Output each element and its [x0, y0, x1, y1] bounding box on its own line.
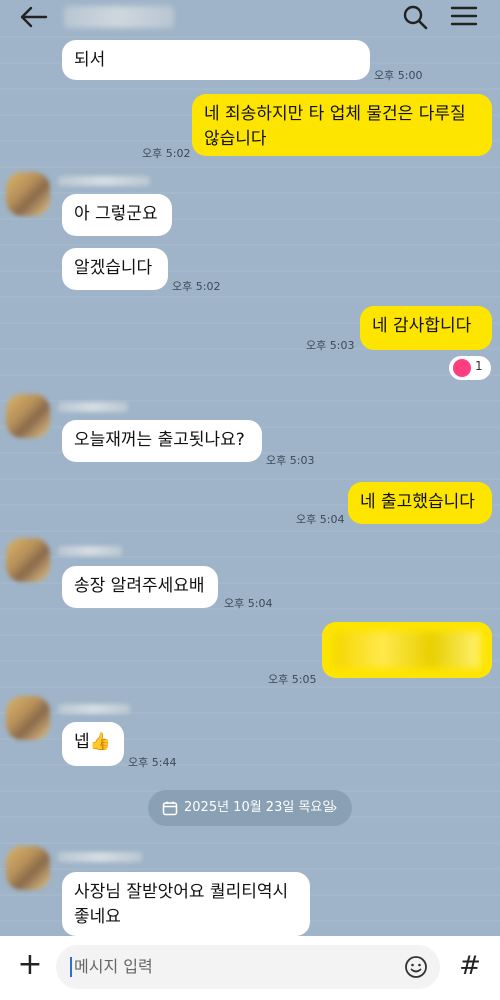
outgoing-message[interactable]: 네 출고했습니다	[348, 482, 492, 524]
input-placeholder: 메시지 입력	[74, 957, 153, 976]
incoming-message[interactable]: 아 그렇군요	[62, 194, 172, 236]
chevron-right-icon: ›	[332, 800, 338, 816]
message-time: 오후 5:44	[128, 756, 177, 769]
message-time: 오후 5:05	[268, 673, 317, 686]
message-input[interactable]: 메시지 입력	[56, 945, 440, 989]
message-text: 네 감사합니다	[372, 316, 472, 336]
message-time: 오후 5:04	[224, 597, 273, 610]
date-divider[interactable]: 2025년 10월 23일 목요일 ›	[148, 790, 352, 826]
incoming-message[interactable]: 사장님 잘받앗어요 퀄리티역시 좋네요	[62, 872, 310, 936]
avatar-blurred[interactable]	[6, 696, 50, 740]
sender-name-blurred	[58, 704, 130, 714]
arrow-left-icon[interactable]	[20, 6, 48, 28]
outgoing-message[interactable]: 네 죄송하지만 타 업체 물건은 다루질 않습니다	[192, 94, 492, 156]
incoming-message[interactable]: 되서	[62, 40, 370, 80]
sender-name-blurred	[58, 852, 142, 862]
message-text-line: 않습니다	[204, 129, 267, 149]
redacted-content	[334, 632, 480, 668]
message-time: 오후 5:00	[374, 69, 423, 82]
incoming-message[interactable]: 송장 알려주세요배	[62, 566, 218, 608]
sender-name-blurred	[58, 402, 128, 412]
emoji-icon[interactable]	[404, 955, 428, 979]
chat-title-blurred	[64, 6, 174, 28]
message-time: 오후 5:02	[142, 147, 191, 160]
message-text: 넵👍	[74, 732, 111, 752]
sender-name-blurred	[58, 176, 150, 186]
incoming-message[interactable]: 알겠습니다	[62, 248, 168, 290]
date-text: 2025년 10월 23일 목요일	[184, 800, 335, 815]
message-text-line: 사장님 잘받앗어요 퀄리티역시	[74, 882, 289, 902]
message-text: 네 출고했습니다	[360, 492, 475, 512]
message-time: 오후 5:03	[266, 454, 315, 467]
message-text-line: 네 죄송하지만 타 업체 물건은 다루질	[204, 104, 466, 124]
chat-header	[0, 0, 500, 34]
message-text: 알겠습니다	[74, 258, 153, 278]
outgoing-message[interactable]: 네 감사합니다	[360, 306, 492, 350]
message-text: 아 그렇군요	[74, 204, 158, 224]
message-text: 오늘재꺼는 출고됫나요?	[74, 430, 245, 450]
text-cursor	[70, 957, 72, 977]
incoming-message[interactable]: 오늘재꺼는 출고됫나요?	[62, 420, 262, 462]
avatar-blurred[interactable]	[6, 172, 50, 216]
message-text-line: 좋네요	[74, 907, 121, 927]
message-time: 오후 5:04	[296, 513, 345, 526]
reaction-badge[interactable]: 1	[449, 356, 491, 380]
avatar-blurred[interactable]	[6, 538, 50, 582]
avatar-blurred[interactable]	[6, 394, 50, 438]
outgoing-message-blurred[interactable]	[322, 622, 492, 678]
hamburger-menu-icon[interactable]	[450, 5, 478, 27]
sender-name-blurred	[58, 546, 122, 556]
message-time: 오후 5:02	[172, 280, 221, 293]
message-time: 오후 5:03	[306, 339, 355, 352]
calendar-icon	[162, 801, 178, 816]
attach-plus-button[interactable]: +	[12, 948, 48, 984]
search-icon[interactable]	[402, 4, 428, 30]
message-text: 송장 알려주세요배	[74, 576, 205, 596]
message-input-bar: + 메시지 입력 #	[0, 936, 500, 1000]
message-text: 되서	[74, 50, 106, 70]
heart-icon	[453, 359, 471, 377]
incoming-message[interactable]: 넵👍	[62, 722, 124, 766]
avatar-blurred[interactable]	[6, 846, 50, 890]
hashtag-button[interactable]: #	[452, 948, 488, 984]
reaction-count: 1	[475, 359, 483, 373]
